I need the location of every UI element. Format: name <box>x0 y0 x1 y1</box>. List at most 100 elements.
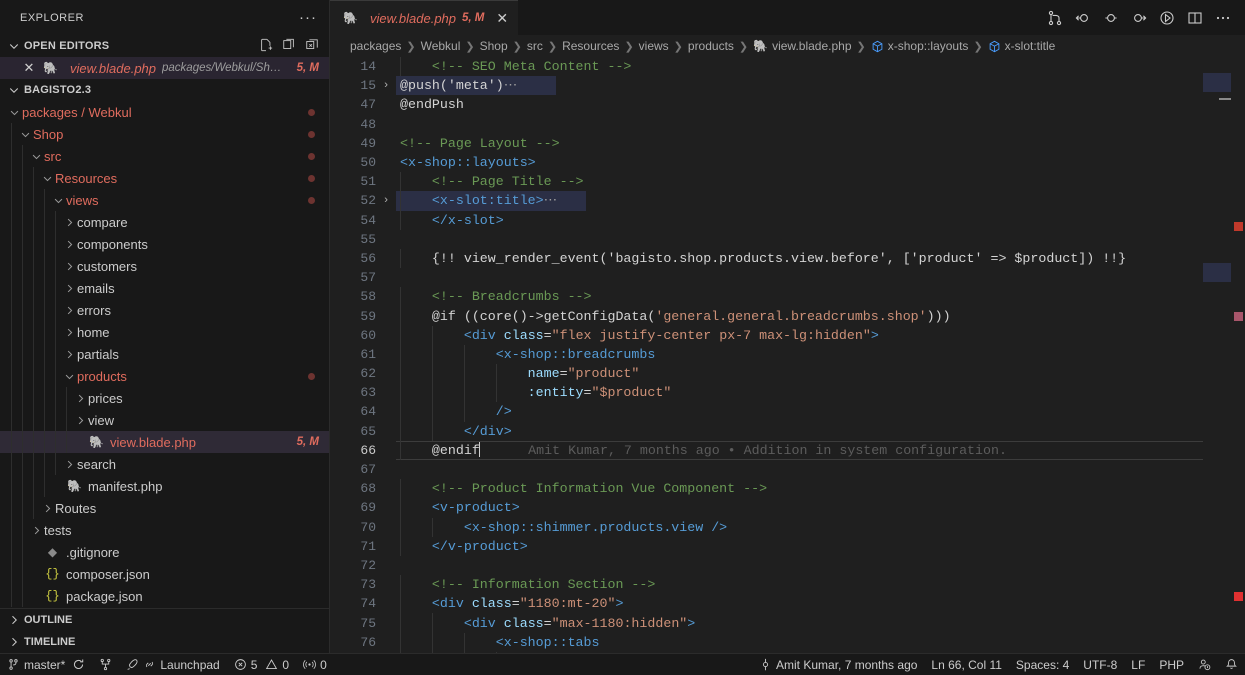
code-line[interactable]: 75 <div class="max-1180:hidden"> <box>330 613 1203 633</box>
breadcrumb-item[interactable]: views <box>639 39 669 53</box>
tree-folder-item[interactable]: tests <box>0 519 329 541</box>
status-remote[interactable] <box>92 654 119 675</box>
tree-folder-item[interactable]: components <box>0 233 329 255</box>
open-editors-header[interactable]: OPEN EDITORS <box>0 35 329 57</box>
status-eol[interactable]: LF <box>1124 654 1152 675</box>
go-forward-icon[interactable] <box>1131 10 1147 26</box>
tree-folder-item[interactable]: customers <box>0 255 329 277</box>
tree-folder-item[interactable]: errors <box>0 299 329 321</box>
code-line[interactable]: 63 :entity="$product" <box>330 383 1203 403</box>
close-icon[interactable]: ✕ <box>22 60 36 76</box>
breadcrumb-item[interactable]: x-slot:title <box>988 39 1055 53</box>
tree-folder-item[interactable]: Shop <box>0 123 329 145</box>
breadcrumb-item[interactable]: products <box>688 39 734 53</box>
code-line[interactable]: 14 <!-- SEO Meta Content --> <box>330 57 1203 77</box>
go-back-icon[interactable] <box>1075 10 1091 26</box>
source-control-icon[interactable] <box>1047 10 1063 26</box>
code-line[interactable]: 47 @endPush <box>330 95 1203 114</box>
tree-folder-item[interactable]: Routes <box>0 497 329 519</box>
status-indentation[interactable]: Spaces: 4 <box>1009 654 1076 675</box>
breadcrumb-item[interactable]: Resources <box>562 39 619 53</box>
fold-chevron-icon[interactable]: › <box>376 195 396 207</box>
code-line[interactable]: 56 {!! view_render_event('bagisto.shop.p… <box>330 248 1203 269</box>
code-line[interactable]: 62 name="product" <box>330 364 1203 384</box>
workspace-header[interactable]: BAGISTO2.3 <box>0 79 329 101</box>
code-line[interactable]: 49 <!-- Page Layout --> <box>330 134 1203 153</box>
code-line[interactable]: 77 position="center" <box>330 651 1203 653</box>
go-to-icon[interactable] <box>1103 10 1119 26</box>
status-encoding[interactable]: UTF-8 <box>1076 654 1124 675</box>
code-line[interactable]: 52 › <x-slot:title>⋯ <box>330 191 1203 211</box>
breadcrumb-item[interactable]: packages <box>350 39 401 53</box>
tab-view-blade-php[interactable]: 🐘 view.blade.php 5, M ✕ <box>330 0 519 35</box>
status-blame[interactable]: Amit Kumar, 7 months ago <box>752 654 924 675</box>
code-line[interactable]: 54 </x-slot> <box>330 210 1203 230</box>
status-cursor-position[interactable]: Ln 66, Col 11 <box>924 654 1009 675</box>
tree-folder-item[interactable]: prices <box>0 387 329 409</box>
code-line[interactable]: 57 <box>330 268 1203 287</box>
tree-folder-item[interactable]: packages / Webkul <box>0 101 329 123</box>
breadcrumb-item[interactable]: src <box>527 39 543 53</box>
tree-folder-item[interactable]: emails <box>0 277 329 299</box>
status-branch[interactable]: master* <box>0 654 92 675</box>
tree-file-item[interactable]: {} composer.json <box>0 563 329 585</box>
code-line[interactable]: 64 /> <box>330 402 1203 422</box>
code-line[interactable]: 66 @endif Amit Kumar, 7 months ago • Add… <box>330 440 1203 460</box>
tree-folder-item[interactable]: src <box>0 145 329 167</box>
open-editor-item[interactable]: ✕ 🐘 view.blade.php packages/Webkul/Sh… 5… <box>0 57 329 79</box>
minimap-slider[interactable] <box>1219 98 1231 100</box>
code-content[interactable]: 14 <!-- SEO Meta Content --> 15 › @push('me… <box>330 57 1203 653</box>
code-line[interactable]: 73 <!-- Information Section --> <box>330 575 1203 595</box>
more-actions-icon[interactable] <box>1215 10 1231 26</box>
code-line[interactable]: 60 <div class="flex justify-center px-7 … <box>330 325 1203 345</box>
run-icon[interactable] <box>1159 10 1175 26</box>
code-line[interactable]: 15 › @push('meta')⋯ <box>330 76 1203 96</box>
code-line[interactable]: 51 <!-- Page Title --> <box>330 172 1203 192</box>
status-launchpad[interactable]: Launchpad <box>119 654 226 675</box>
outline-panel-header[interactable]: OUTLINE <box>0 609 329 631</box>
tree-file-item[interactable]: 🐘 manifest.php <box>0 475 329 497</box>
code-line[interactable]: 74 <div class="1180:mt-20"> <box>330 594 1203 614</box>
tree-folder-item[interactable]: search <box>0 453 329 475</box>
code-line[interactable]: 72 <box>330 556 1203 575</box>
tree-folder-item[interactable]: products <box>0 365 329 387</box>
code-line[interactable]: 50 <x-shop::layouts> <box>330 153 1203 172</box>
tree-file-item[interactable]: 🐘 view.blade.php 5, M <box>0 431 329 453</box>
breadcrumb-item[interactable]: 🐘 view.blade.php <box>753 39 851 53</box>
breadcrumb-item[interactable]: Webkul <box>421 39 461 53</box>
code-line[interactable]: 55 <box>330 230 1203 249</box>
new-folder-icon[interactable] <box>282 38 296 55</box>
code-line[interactable]: 59 @if ((core()->getConfigData('general.… <box>330 306 1203 326</box>
code-line[interactable]: 67 <box>330 460 1203 479</box>
fold-chevron-icon[interactable]: › <box>376 80 396 92</box>
tree-file-item[interactable]: ◆ .gitignore <box>0 541 329 563</box>
code-line[interactable]: 76 <x-shop::tabs <box>330 632 1203 652</box>
code-line[interactable]: 58 <!-- Breadcrumbs --> <box>330 287 1203 307</box>
tree-folder-item[interactable]: view <box>0 409 329 431</box>
timeline-panel-header[interactable]: TIMELINE <box>0 631 329 653</box>
close-all-editors-icon[interactable] <box>305 38 319 55</box>
minimap[interactable] <box>1203 57 1231 653</box>
overview-ruler-scrollbar[interactable] <box>1231 57 1245 653</box>
explorer-more-icon[interactable]: ··· <box>299 10 317 25</box>
status-problems[interactable]: 5 0 <box>227 654 296 675</box>
code-line[interactable]: 61 <x-shop::breadcrumbs <box>330 344 1203 364</box>
status-notifications[interactable] <box>1218 654 1245 675</box>
breadcrumb-item[interactable]: Shop <box>480 39 508 53</box>
tree-folder-item[interactable]: partials <box>0 343 329 365</box>
code-line[interactable]: 65 </div> <box>330 421 1203 441</box>
tree-folder-item[interactable]: views <box>0 189 329 211</box>
tree-folder-item[interactable]: home <box>0 321 329 343</box>
code-line[interactable]: 70 <x-shop::shimmer.products.view /> <box>330 517 1203 537</box>
new-file-icon[interactable] <box>259 38 273 55</box>
split-editor-icon[interactable] <box>1187 10 1203 26</box>
tree-file-item[interactable]: {} package.json <box>0 585 329 607</box>
code-line[interactable]: 48 <box>330 115 1203 134</box>
close-icon[interactable]: ✕ <box>496 10 508 27</box>
code-line[interactable]: 68 <!-- Product Information Vue Componen… <box>330 479 1203 499</box>
status-language-mode[interactable]: PHP <box>1152 654 1191 675</box>
status-account[interactable] <box>1191 654 1218 675</box>
code-line[interactable]: 71 </v-product> <box>330 536 1203 556</box>
status-ports[interactable]: 0 <box>296 654 334 675</box>
tree-folder-item[interactable]: compare <box>0 211 329 233</box>
